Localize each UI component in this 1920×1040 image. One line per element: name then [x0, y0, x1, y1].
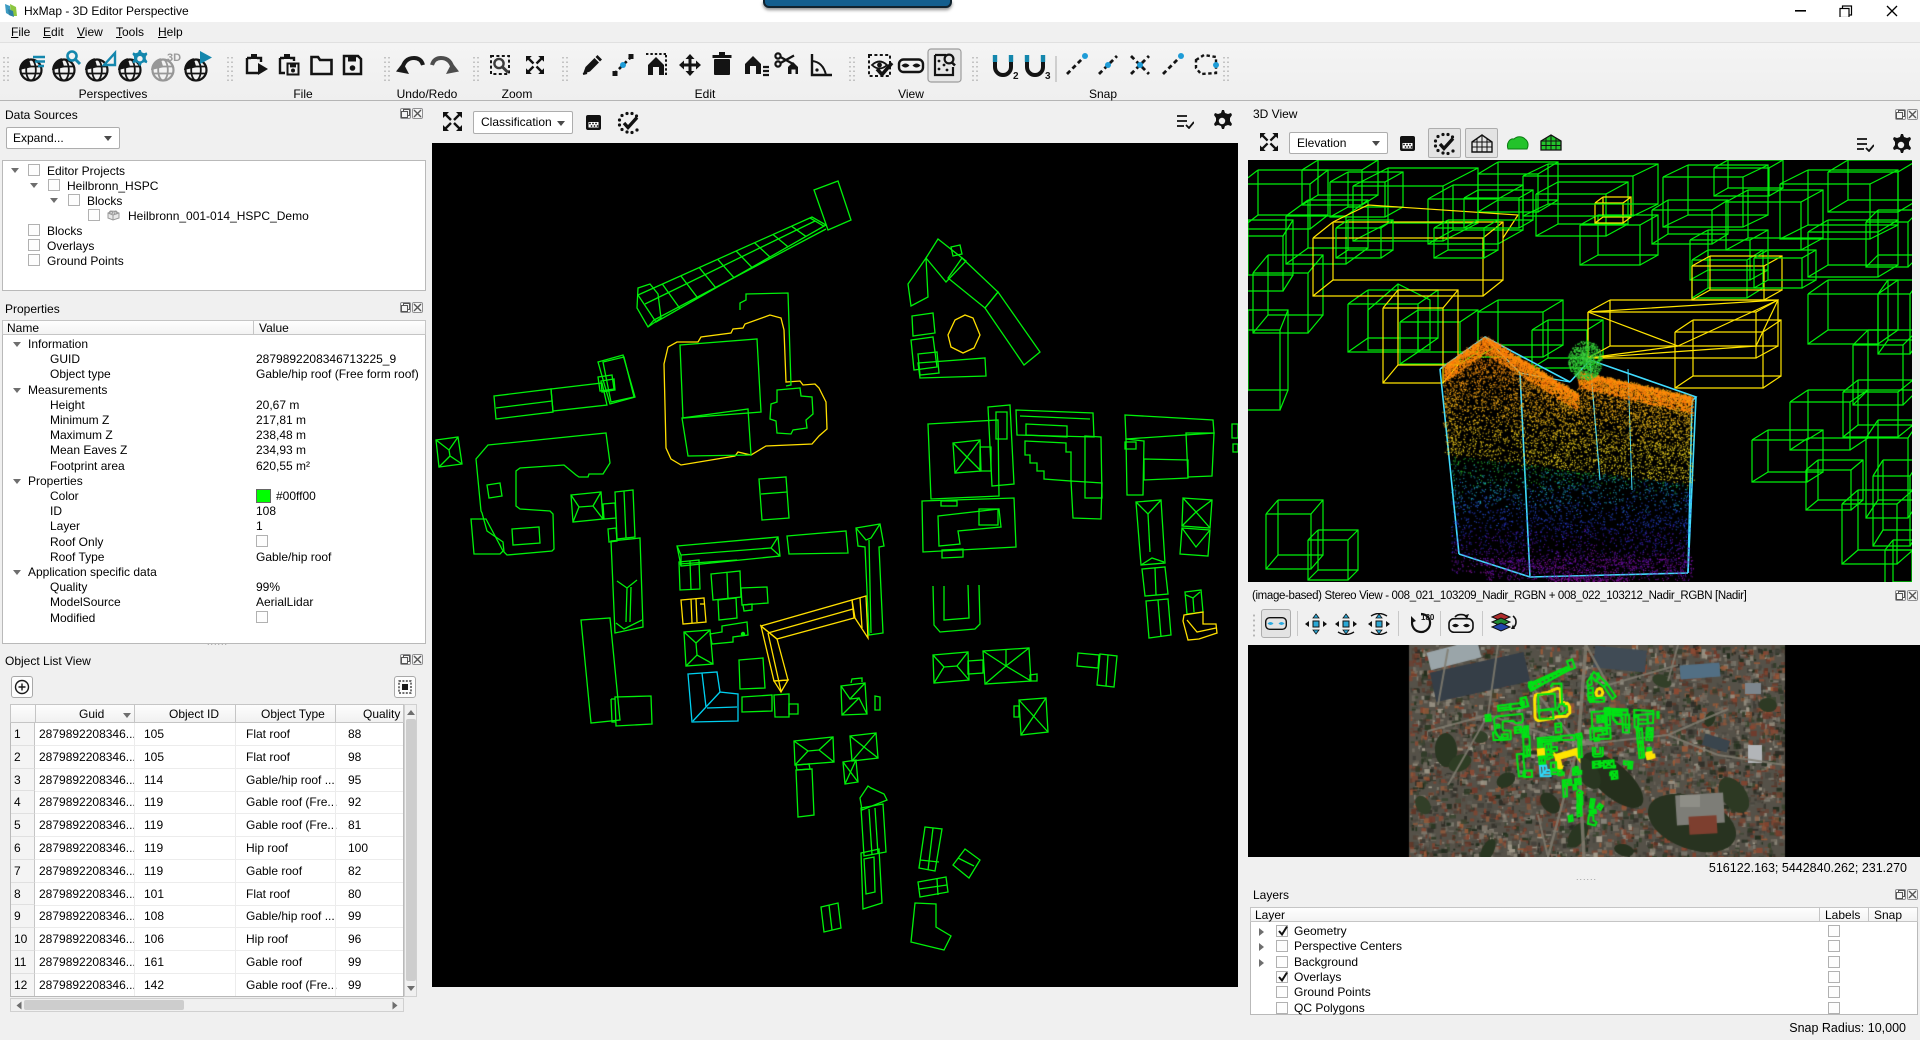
svg-text:View: View — [898, 87, 924, 101]
svg-text:3: 3 — [1045, 71, 1051, 82]
svg-text:3D: 3D — [167, 52, 181, 64]
svg-text:Perspectives: Perspectives — [79, 87, 148, 101]
svg-text:Zoom: Zoom — [502, 87, 533, 101]
svg-text:Snap: Snap — [1089, 87, 1117, 101]
svg-text:Edit: Edit — [695, 87, 716, 101]
svg-text:File: File — [293, 87, 313, 101]
svg-text:2: 2 — [1013, 71, 1019, 82]
svg-text:Undo/Redo: Undo/Redo — [397, 87, 458, 101]
svg-text:180: 180 — [1421, 613, 1434, 622]
